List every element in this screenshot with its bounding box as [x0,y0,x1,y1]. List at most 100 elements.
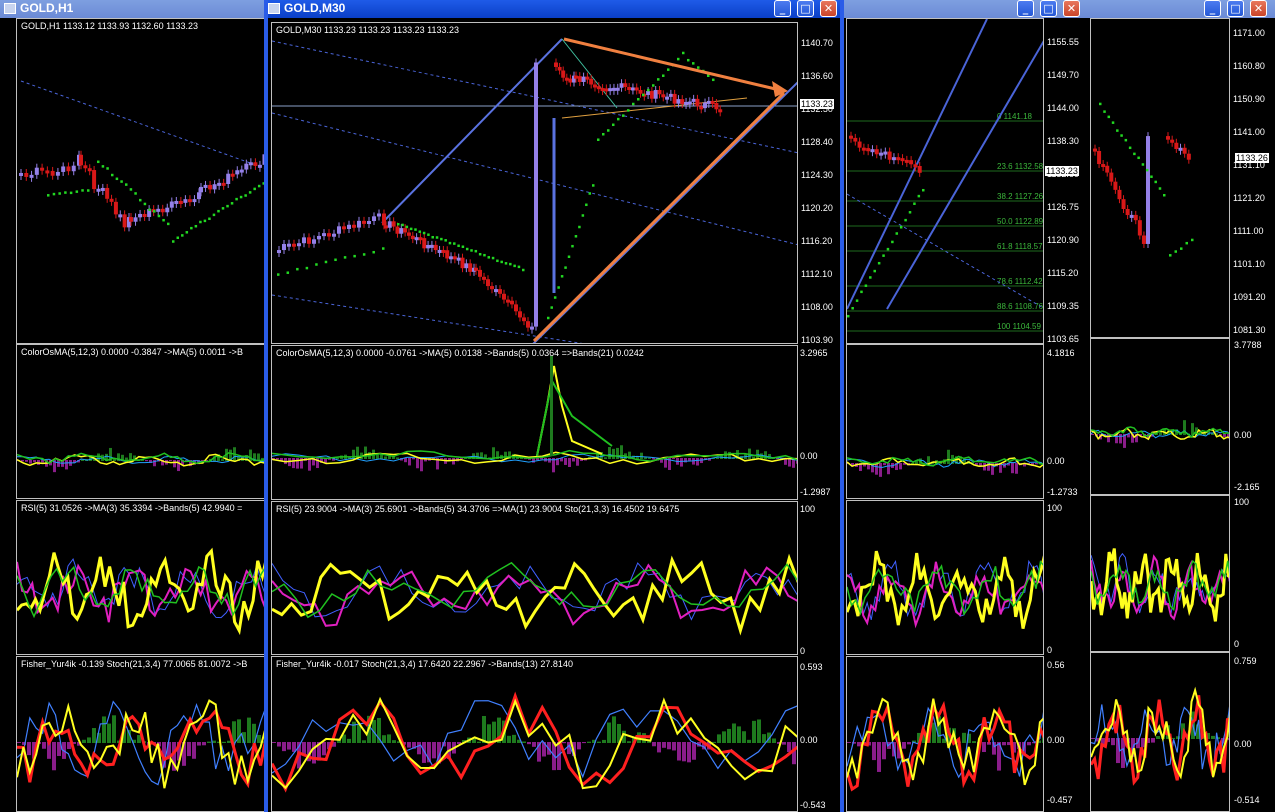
candle-body [410,235,415,240]
candle-body [40,167,45,171]
sar-dot [257,184,261,188]
histogram-bar [576,458,579,466]
sar-dot [891,240,894,244]
sar-dot [427,233,430,236]
sar-dot [190,226,193,230]
sar-dot [409,227,413,231]
minimize-button[interactable]: _ [1017,0,1034,17]
colorosma-pane[interactable]: ColorOsMA(5,12,3) 0.0000 -0.0761 ->MA(5)… [271,345,798,500]
sar-dot [564,266,567,269]
rsi-pane[interactable] [846,500,1044,655]
sar-dot [382,247,385,250]
candle-body [445,250,450,259]
price-tick: 1111.00 [1233,226,1264,236]
window-gold-h1[interactable]: GOLD,H1 GOLD,H1 1133.12 1133.93 1132.60 … [0,0,266,812]
sar-dot [1124,138,1128,142]
fib-label: 50.0 1122.89 [997,217,1044,226]
histogram-bar [602,739,606,743]
maximize-button[interactable]: □ [1040,0,1057,17]
colorosma-pane[interactable] [846,344,1044,499]
histogram-bar [404,458,407,463]
candle-body [399,228,404,234]
axis-tick: 0.00 [800,451,818,461]
rsi-pane[interactable]: RSI(5) 23.9004 ->MA(3) 25.6901 ->Bands(5… [271,501,798,655]
fisher-pane[interactable] [846,656,1044,812]
minimize-button[interactable]: _ [774,0,791,17]
histogram-bar [512,734,516,743]
candle-body [382,213,386,226]
histogram-bar [287,742,291,750]
histogram-bar [387,734,391,743]
sar-dot [139,198,142,202]
fisher-pane[interactable]: Fisher_Yur4ik -0.017 Stoch(21,3,4) 17.64… [271,656,798,812]
histogram-bar [1015,463,1018,474]
forecast-arrow-lower [532,91,786,343]
price-chart-pane[interactable]: 0 1141.18 23.6 1132.58 38.2 1127.26 50.0 11… [846,18,1044,344]
candle-body [506,299,510,303]
candle-body [630,87,635,91]
candle-body [342,226,346,230]
close-button[interactable]: ✕ [1250,0,1267,17]
fisher-axis: 0.759 0.00 -0.514 [1230,652,1275,812]
sar-dot [617,117,620,121]
candle-body [203,184,208,188]
histogram-bar [1111,738,1115,746]
close-button[interactable]: ✕ [1063,0,1080,17]
titlebar-chart-4[interactable]: _ □ ✕ [1088,0,1275,18]
fib-label: 38.2 1127.26 [997,192,1044,201]
price-tick: 1140.70 [801,38,833,48]
fisher-pane[interactable]: Fisher_Yur4ik -0.139 Stoch(21,3,4) 77.00… [16,656,266,812]
candle-body [581,76,586,82]
window-chart-3[interactable]: _ □ ✕ 0 1141.18 23.6 1132.58 38.2 1127.26 5… [842,0,1088,812]
axis-tick: -0.543 [800,800,826,810]
histogram-bar [1151,738,1155,743]
fisher-pane[interactable] [1090,652,1230,812]
histogram-bar [612,716,616,743]
candle-body [183,199,188,203]
histogram-bar [962,732,966,743]
sar-dot [334,258,337,262]
titlebar-gold-m30[interactable]: GOLD,M30 _ □ ✕ [268,0,840,18]
sar-dot [125,183,128,186]
histogram-bar [527,742,531,745]
candle-body [691,98,696,102]
candle-body [426,244,431,249]
histogram-bar [902,742,906,749]
candle-body [482,276,486,280]
histogram-bar [1211,735,1215,739]
histogram-bar [604,457,607,459]
axis-tick: -2.165 [1234,482,1260,492]
candle-body [118,214,123,218]
titlebar-chart-3[interactable]: _ □ ✕ [842,0,1088,18]
window-gold-m30[interactable]: GOLD,M30 _ □ ✕ GOLD,M30 1133.23 1133.23 … [264,0,844,812]
histogram-bar [737,726,741,743]
price-chart-pane[interactable]: GOLD,H1 1133.12 1133.93 1132.60 1133.23 [16,18,266,344]
sar-dot [97,160,100,164]
price-tick: 1101.10 [1233,259,1265,269]
histogram-bar [277,742,281,747]
histogram-bar [877,742,881,772]
price-chart-pane[interactable] [1090,18,1230,338]
colorosma-chart [847,449,1043,477]
price-chart-pane[interactable]: GOLD,M30 1133.23 1133.23 1133.23 1133.23 [271,22,798,344]
colorosma-pane[interactable]: ColorOsMA(5,12,3) 0.0000 -0.3847 ->MA(5)… [16,344,266,499]
minimize-button[interactable]: _ [1204,0,1221,17]
sar-dot [217,209,220,213]
candle-body [406,232,411,236]
colorosma-chart [1091,420,1229,448]
maximize-button[interactable]: □ [1227,0,1244,17]
last-price-tag: 1133.23 [1045,166,1079,176]
close-button[interactable]: ✕ [820,0,837,17]
sar-dot [69,191,73,195]
sar-dot [1128,146,1132,150]
maximize-button[interactable]: □ [797,0,814,17]
window-chart-4[interactable]: _ □ ✕ 1171.00 1160.80 1150.90 1141.00 1131.1… [1088,0,1275,812]
histogram-bar [662,742,666,748]
titlebar-gold-h1[interactable]: GOLD,H1 [0,0,266,18]
histogram-bar [1119,434,1122,444]
colorosma-pane[interactable] [1090,338,1230,495]
candle-body [79,154,83,166]
rsi-pane[interactable] [1090,495,1230,652]
histogram-bar [322,742,326,756]
rsi-pane[interactable]: RSI(5) 31.0526 ->MA(3) 35.3394 ->Bands(5… [16,500,266,655]
